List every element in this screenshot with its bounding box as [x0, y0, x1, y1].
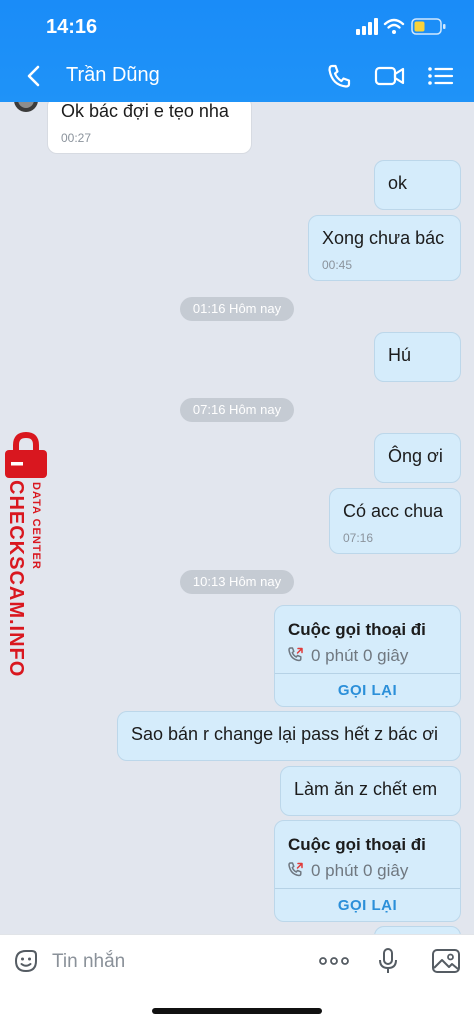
watermark-subtext: DATA CENTER — [30, 482, 42, 570]
battery-icon — [411, 18, 446, 35]
outgoing-call-icon — [288, 862, 303, 877]
message-time: 00:27 — [61, 131, 92, 145]
message-text: ok — [388, 173, 408, 193]
message-bubble-outgoing[interactable]: ok — [374, 160, 461, 210]
message-bubble-outgoing[interactable]: Sao bán r change lại pass hết z bác ơi — [117, 711, 461, 761]
call-back-button[interactable]: GỌI LẠI — [275, 897, 460, 914]
call-card[interactable]: Cuộc gọi thoại đi 0 phút 0 giây GỌI LẠI — [274, 605, 461, 707]
contact-name[interactable]: Trần Dũng — [66, 64, 160, 87]
call-divider — [275, 673, 460, 674]
phone-call-icon[interactable] — [324, 62, 354, 90]
message-input[interactable]: Tin nhắn — [52, 951, 125, 973]
message-bubble-outgoing[interactable] — [374, 926, 461, 934]
status-time: 14:16 — [46, 16, 98, 38]
signal-icon — [356, 18, 378, 35]
home-indicator — [152, 1008, 322, 1014]
message-text: Hú — [388, 345, 412, 365]
date-separator: 01:16 Hôm nay — [180, 297, 294, 321]
video-call-icon[interactable] — [374, 62, 406, 90]
chat-area[interactable]: Ok bác đợi e tẹo nha 00:27 ok Xong chưa … — [0, 102, 474, 934]
message-time: 07:16 — [343, 531, 374, 545]
message-bubble-outgoing[interactable]: Xong chưa bác 00:45 — [308, 215, 461, 281]
wifi-icon — [383, 18, 405, 34]
date-separator: 07:16 Hôm nay — [180, 398, 294, 422]
message-text: Sao bán r change lại pass hết z bác ơi — [131, 724, 438, 744]
lock-logo-icon — [5, 432, 47, 478]
message-text: Có acc chua — [343, 501, 444, 521]
message-time: 00:45 — [322, 258, 353, 272]
call-back-button[interactable]: GỌI LẠI — [275, 682, 460, 699]
message-bubble-outgoing[interactable]: Ông ơi — [374, 433, 461, 483]
more-options-icon[interactable] — [318, 947, 350, 975]
call-duration: 0 phút 0 giây — [311, 646, 409, 665]
emoji-sticker-icon[interactable] — [12, 947, 40, 975]
message-text: Làm ăn z chết em — [294, 779, 438, 799]
call-title: Cuộc gọi thoại đi — [288, 835, 426, 854]
status-icons — [356, 18, 446, 35]
watermark-text: CHECKSCAM.INFO — [5, 480, 27, 678]
message-bubble-outgoing[interactable]: Làm ăn z chết em — [280, 766, 461, 816]
chat-header: 14:16 Trần Dũng — [0, 0, 474, 102]
image-gallery-icon[interactable] — [431, 947, 461, 975]
date-separator: 10:13 Hôm nay — [180, 570, 294, 594]
message-bubble-incoming[interactable]: Ok bác đợi e tẹo nha 00:27 — [47, 102, 252, 154]
call-title: Cuộc gọi thoại đi — [288, 620, 426, 639]
outgoing-call-icon — [288, 647, 303, 662]
message-bubble-outgoing[interactable]: Có acc chua 07:16 — [329, 488, 461, 554]
back-arrow-icon[interactable] — [22, 62, 46, 90]
message-bubble-outgoing[interactable]: Hú — [374, 332, 461, 382]
microphone-icon[interactable] — [376, 947, 400, 975]
menu-list-icon[interactable] — [426, 62, 456, 90]
call-card[interactable]: Cuộc gọi thoại đi 0 phút 0 giây GỌI LẠI — [274, 820, 461, 922]
call-divider — [275, 888, 460, 889]
avatar[interactable] — [12, 102, 40, 114]
message-text: Ok bác đợi e tẹo nha — [61, 102, 229, 121]
call-duration: 0 phút 0 giây — [311, 861, 409, 880]
message-text: Ông ơi — [388, 446, 443, 466]
message-text: Xong chưa bác — [322, 228, 445, 248]
